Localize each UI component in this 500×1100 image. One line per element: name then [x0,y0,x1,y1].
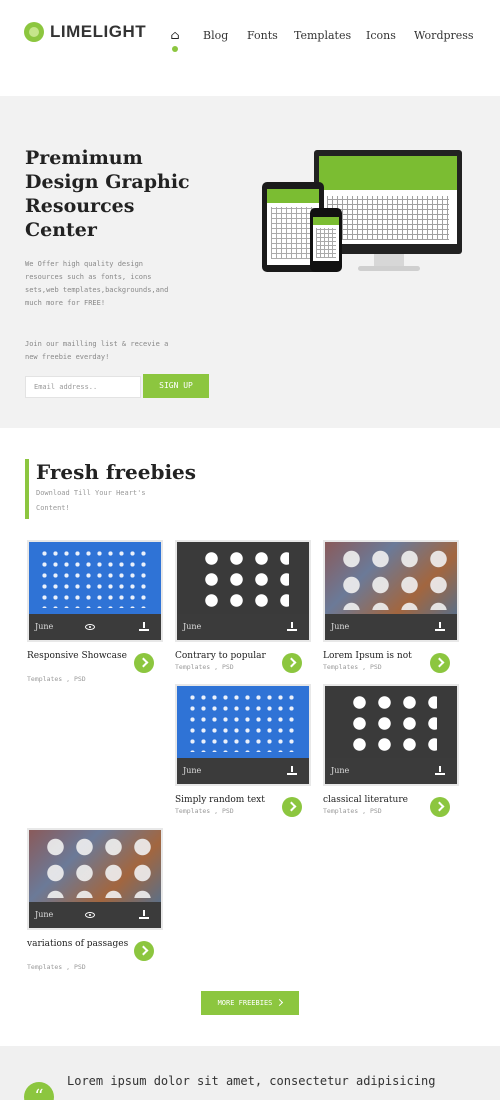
card-thumbnail[interactable] [177,542,309,614]
download-icon[interactable] [435,622,445,632]
card-month: June [183,622,202,631]
card-month: June [35,622,54,631]
card-title[interactable]: classical literature [323,794,429,806]
signup-button[interactable]: SIGN UP [143,374,209,398]
card-month: June [183,766,202,775]
card-thumbnail[interactable] [325,686,457,758]
card-month: June [35,910,54,919]
card-thumbnail[interactable] [325,542,457,614]
nav-item-templates[interactable]: Templates [294,29,351,42]
section-title: Fresh freebies [36,460,197,484]
card-arrow-button[interactable] [282,653,302,673]
card-title[interactable]: variations of passages [27,938,133,950]
download-icon[interactable] [287,622,297,632]
card-meta: Templates , PSD [175,663,234,671]
site-header: LIMELIGHT ⌂ Blog Fonts Templates Icons W… [0,0,500,96]
card-meta: Templates , PSD [175,807,234,815]
card-meta: Templates , PSD [323,663,382,671]
card-title[interactable]: Simply random text [175,794,281,806]
card-arrow-button[interactable] [430,797,450,817]
card-month: June [331,766,350,775]
card-month: June [331,622,350,631]
eye-icon[interactable] [85,912,95,918]
section-subtitle: Download Till Your Heart's Content! [36,489,146,512]
hero-title: Premimum Design Graphic Resources Center [25,147,190,241]
email-input[interactable]: Email address.. [25,376,141,398]
card-arrow-button[interactable] [430,653,450,673]
card-arrow-button[interactable] [282,797,302,817]
hero-section: Premimum Design Graphic Resources Center… [0,96,500,428]
logo[interactable]: LIMELIGHT [24,22,146,42]
logo-mark-icon [24,22,44,42]
devices-illustration [262,150,462,280]
card-arrow-button[interactable] [134,653,154,673]
quote-icon: “ [24,1082,54,1100]
nav-item-icons[interactable]: Icons [366,29,396,42]
home-icon: ⌂ [170,28,180,42]
testimonial-text: Lorem ipsum dolor sit amet, consectetur … [67,1074,436,1088]
section-accent-bar [25,459,29,519]
card-title[interactable]: Contrary to popular [175,650,281,662]
card-thumbnail[interactable] [177,686,309,758]
nav-home[interactable]: ⌂ [168,28,182,52]
nav-item-fonts[interactable]: Fonts [247,29,278,42]
phone-illustration [310,208,342,272]
main-nav: ⌂ Blog Fonts Templates Icons Wordpress [168,28,474,52]
download-icon[interactable] [287,766,297,776]
logo-text: LIMELIGHT [50,22,147,41]
nav-item-blog[interactable]: Blog [203,29,228,42]
active-indicator-dot [172,46,178,52]
download-icon[interactable] [139,910,149,920]
hero-description: We Offer high quality design resources s… [25,260,169,307]
more-freebies-button[interactable]: MORE FREEBIES [201,991,299,1015]
card-thumbnail[interactable] [29,542,161,614]
card-thumbnail[interactable] [29,830,161,902]
card-meta: Templates , PSD [27,675,86,683]
download-icon[interactable] [139,622,149,632]
download-icon[interactable] [435,766,445,776]
testimonial-section: “ Lorem ipsum dolor sit amet, consectetu… [0,1046,500,1100]
eye-icon[interactable] [85,624,95,630]
card-meta: Templates , PSD [27,963,86,971]
card-arrow-button[interactable] [134,941,154,961]
newsletter-text: Join our mailling list & recevie a new f… [25,340,169,361]
card-title[interactable]: Lorem Ipsum is not [323,650,429,662]
card-title[interactable]: Responsive Showcase [27,650,133,662]
nav-item-wordpress[interactable]: Wordpress [414,29,474,42]
chevron-right-icon [276,998,284,1007]
more-freebies-label: MORE FREEBIES [217,999,273,1007]
card-meta: Templates , PSD [323,807,382,815]
